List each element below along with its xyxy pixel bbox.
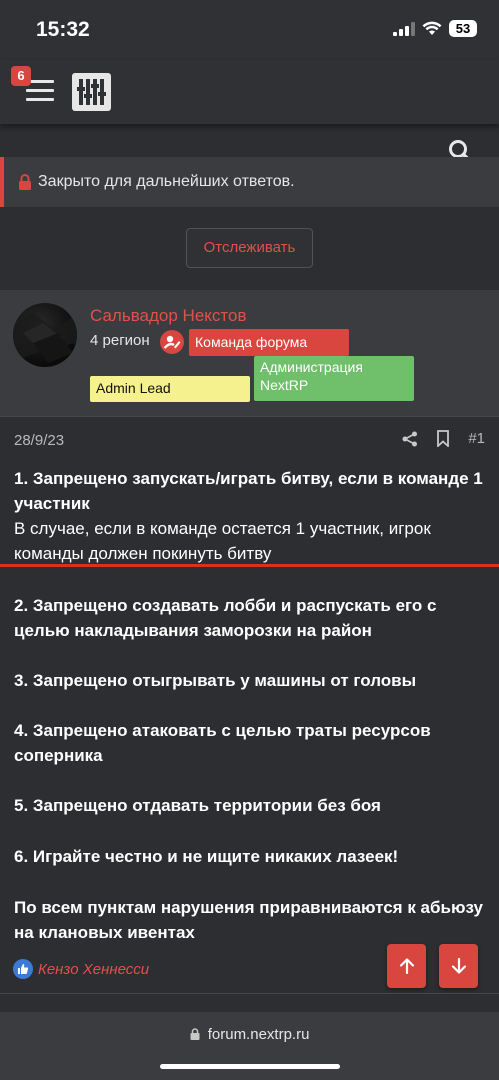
scroll-down-button[interactable] (439, 944, 478, 988)
rule-2: 2. Запрещено создавать лобби и распускат… (14, 596, 437, 640)
battery-icon: 53 (449, 20, 477, 37)
wifi-icon (422, 21, 442, 35)
post-divider (0, 993, 499, 994)
url-text: forum.nextrp.ru (207, 1026, 310, 1043)
staff-icon (160, 330, 184, 354)
divider (0, 416, 499, 417)
rules-note: По всем пунктам нарушения приравниваются… (14, 898, 483, 942)
highlight-line (0, 564, 499, 567)
author-title: 4 регион (90, 332, 150, 349)
status-time: 15:32 (36, 18, 90, 41)
rule-3: 3. Запрещено отыгрывать у машины от голо… (14, 671, 417, 690)
post-number[interactable]: #1 (468, 430, 485, 447)
share-icon[interactable] (402, 431, 418, 447)
signal-icon (393, 21, 415, 36)
lock-icon (190, 1028, 200, 1040)
author-name[interactable]: Сальвадор Некстов (90, 306, 247, 326)
reaction-row: Кензо Хеннесси (13, 959, 149, 979)
post-actions: #1 (402, 430, 485, 447)
banner-administration: Администрация NextRP (254, 356, 414, 401)
reaction-user[interactable]: Кензо Хеннесси (38, 961, 149, 978)
author-block: Сальвадор Некстов 4 регион Команда форум… (0, 290, 499, 416)
lock-icon (19, 174, 31, 190)
status-bar: 15:32 53 (0, 0, 499, 60)
address-bar[interactable]: forum.nextrp.ru (0, 1026, 499, 1043)
like-icon (13, 959, 33, 979)
avatar[interactable] (13, 303, 77, 367)
scroll-up-button[interactable] (387, 944, 426, 988)
rule-1-title: 1. Запрещено запускать/играть битву, есл… (14, 469, 483, 513)
post-date[interactable]: 28/9/23 (14, 432, 64, 449)
banner-forum-team: Команда форума (189, 329, 349, 356)
status-icons: 53 (393, 20, 477, 37)
rule-4: 4. Запрещено атаковать с целью траты рес… (14, 721, 431, 765)
follow-button[interactable]: Отслеживать (186, 228, 313, 268)
rule-1-text: В случае, если в команде остается 1 учас… (14, 519, 431, 563)
arrow-down-icon (451, 957, 466, 974)
closed-thread-notice: Закрыто для дальнейших ответов. (0, 157, 499, 207)
banner-admin-lead: Admin Lead (90, 376, 250, 402)
browser-bottom-bar (0, 1012, 499, 1080)
logo-icon[interactable] (72, 73, 111, 111)
home-indicator[interactable] (160, 1064, 340, 1069)
notification-badge[interactable]: 6 (11, 66, 31, 86)
notice-text: Закрыто для дальнейших ответов. (38, 173, 295, 190)
rule-6: 6. Играйте честно и не ищите никаких лаз… (14, 847, 399, 866)
bookmark-icon[interactable] (436, 430, 450, 447)
arrow-up-icon (399, 958, 414, 975)
rule-5: 5. Запрещено отдавать территории без боя (14, 796, 381, 815)
